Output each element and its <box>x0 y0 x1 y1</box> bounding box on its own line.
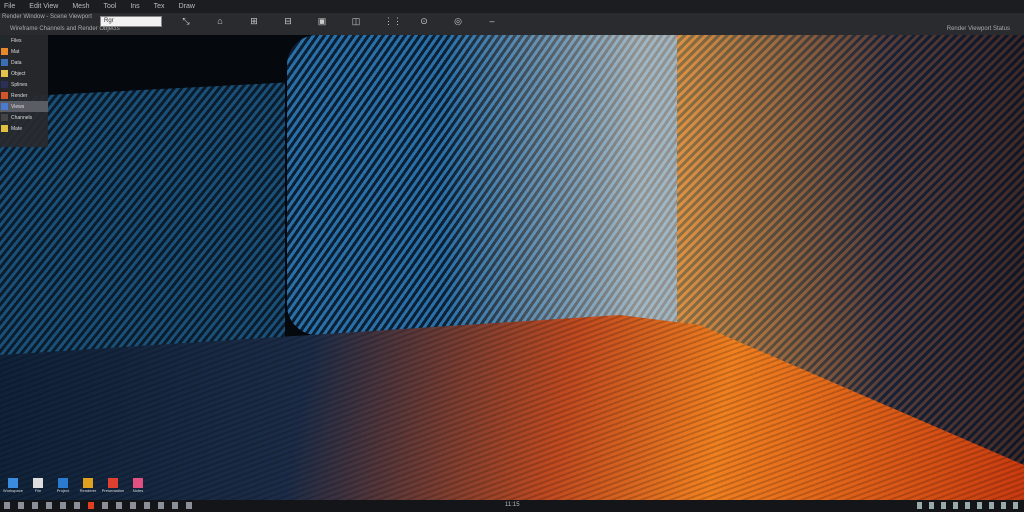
frame-icon[interactable]: ▣ <box>316 16 328 26</box>
file-icon <box>133 478 143 488</box>
render-icon[interactable]: ◫ <box>350 16 362 26</box>
tray-icon[interactable] <box>989 502 994 509</box>
tray-icon[interactable] <box>1001 502 1006 509</box>
clock: 11:15 <box>505 502 520 508</box>
tray-icon[interactable] <box>929 502 934 509</box>
taskbar-app-icon[interactable] <box>60 502 66 509</box>
panel-item[interactable]: Views <box>0 101 48 112</box>
file-icon <box>58 478 68 488</box>
tray-icon[interactable] <box>953 502 958 509</box>
tray-icon[interactable] <box>941 502 946 509</box>
tray-icon[interactable] <box>1013 502 1018 509</box>
taskbar-app-icon[interactable] <box>88 502 94 509</box>
menu-item[interactable]: Tool <box>103 3 116 10</box>
file-icon <box>83 478 93 488</box>
menu-item[interactable]: Edit View <box>29 3 58 10</box>
select-icon[interactable]: ⤡ <box>180 16 192 26</box>
grid-icon[interactable]: ⋮⋮ <box>384 16 402 26</box>
panel-item[interactable]: Mat <box>0 46 48 57</box>
menu-bar: File Edit View Mesh Tool Ins Tex Draw <box>0 0 1024 13</box>
desktop-icon[interactable]: Renderer <box>79 478 97 493</box>
scale-icon[interactable]: ⊞ <box>248 16 260 26</box>
taskbar-app-icon[interactable] <box>130 502 136 509</box>
file-icon <box>108 478 118 488</box>
desktop-icon-label: Renderer <box>79 488 97 493</box>
desktop-icon[interactable]: File <box>31 478 45 493</box>
menu-item[interactable]: Mesh <box>72 3 89 10</box>
panel-item-label: Mat <box>11 48 20 55</box>
item-icon <box>1 103 8 110</box>
more-icon[interactable]: – <box>486 16 498 26</box>
tray-icon[interactable] <box>965 502 970 509</box>
view-icon[interactable]: ⊙ <box>418 16 430 26</box>
item-icon <box>1 48 8 55</box>
desktop-icon-label: Workspace <box>3 488 23 493</box>
move-icon[interactable]: ⌂ <box>214 16 226 26</box>
menu-item[interactable]: Tex <box>154 3 165 10</box>
desktop-icon-label: Notes <box>132 488 144 493</box>
taskbar-app-icon[interactable] <box>186 502 192 509</box>
panel-item[interactable]: Channels <box>0 112 48 123</box>
desktop-icon[interactable]: Project <box>56 478 70 493</box>
taskbar-app-icon[interactable] <box>158 502 164 509</box>
item-icon <box>1 81 8 88</box>
item-icon <box>1 114 8 121</box>
window-title: Render Window - Scene Viewport <box>2 14 92 20</box>
item-icon <box>1 37 8 44</box>
render-viewport[interactable] <box>0 35 1024 500</box>
tray-icon[interactable] <box>917 502 922 509</box>
panel-item-label: Data <box>11 59 22 66</box>
panel-item-label: Splines <box>11 81 28 88</box>
taskbar: 11:15 <box>0 500 1024 512</box>
taskbar-app-icon[interactable] <box>116 502 122 509</box>
file-icon <box>8 478 18 488</box>
item-icon <box>1 70 8 77</box>
scene-wall-center <box>287 35 677 335</box>
panel-item[interactable]: Object <box>0 68 48 79</box>
camera-icon[interactable]: ◎ <box>452 16 464 26</box>
desktop-icon[interactable]: Presentation <box>102 478 124 493</box>
taskbar-app-icon[interactable] <box>32 502 38 509</box>
desktop-icons: Workspace File Project Renderer Presentation… <box>3 478 145 493</box>
panel-item-label: Channels <box>11 114 33 121</box>
desktop-icon[interactable]: Notes <box>131 478 145 493</box>
snap-icon[interactable]: ⊟ <box>282 16 294 26</box>
taskbar-app-icon[interactable] <box>74 502 80 509</box>
panel-item-label: Object <box>11 70 26 77</box>
taskbar-app-icon[interactable] <box>144 502 150 509</box>
status-text: Render Viewport Status <box>946 26 1010 32</box>
file-icon <box>33 478 43 488</box>
panel-item[interactable]: Mate <box>0 123 48 134</box>
search-input[interactable]: Rgr <box>100 16 162 27</box>
tray-icon[interactable] <box>977 502 982 509</box>
panel-item-label: Files <box>11 37 22 44</box>
toolbar: Render Window - Scene Viewport Wireframe… <box>0 13 1024 35</box>
desktop-icon-label: Presentation <box>101 488 125 493</box>
panel-item[interactable]: Splines <box>0 79 48 90</box>
desktop-icon-label: File <box>34 488 42 493</box>
panel-item[interactable]: Render <box>0 90 48 101</box>
taskbar-app-icon[interactable] <box>172 502 178 509</box>
panel-item-label: Mate <box>11 125 23 132</box>
panel-item[interactable]: Files <box>0 35 48 46</box>
item-icon <box>1 59 8 66</box>
taskbar-app-icon[interactable] <box>46 502 52 509</box>
panel-item[interactable]: Data <box>0 57 48 68</box>
object-panel: Files Mat Data Object Splines Render Views Chan… <box>0 35 48 147</box>
panel-item-label: Views <box>11 103 25 110</box>
desktop-icon[interactable]: Workspace <box>3 478 23 493</box>
menu-item[interactable]: File <box>4 3 15 10</box>
menu-item[interactable]: Draw <box>179 3 195 10</box>
item-icon <box>1 125 8 132</box>
taskbar-app-icon[interactable] <box>18 502 24 509</box>
taskbar-app-icon[interactable] <box>102 502 108 509</box>
menu-item[interactable]: Ins <box>130 3 139 10</box>
taskbar-app-icon[interactable] <box>4 502 10 509</box>
desktop-icon-label: Project <box>56 488 70 493</box>
item-icon <box>1 92 8 99</box>
panel-item-label: Render <box>11 92 28 99</box>
